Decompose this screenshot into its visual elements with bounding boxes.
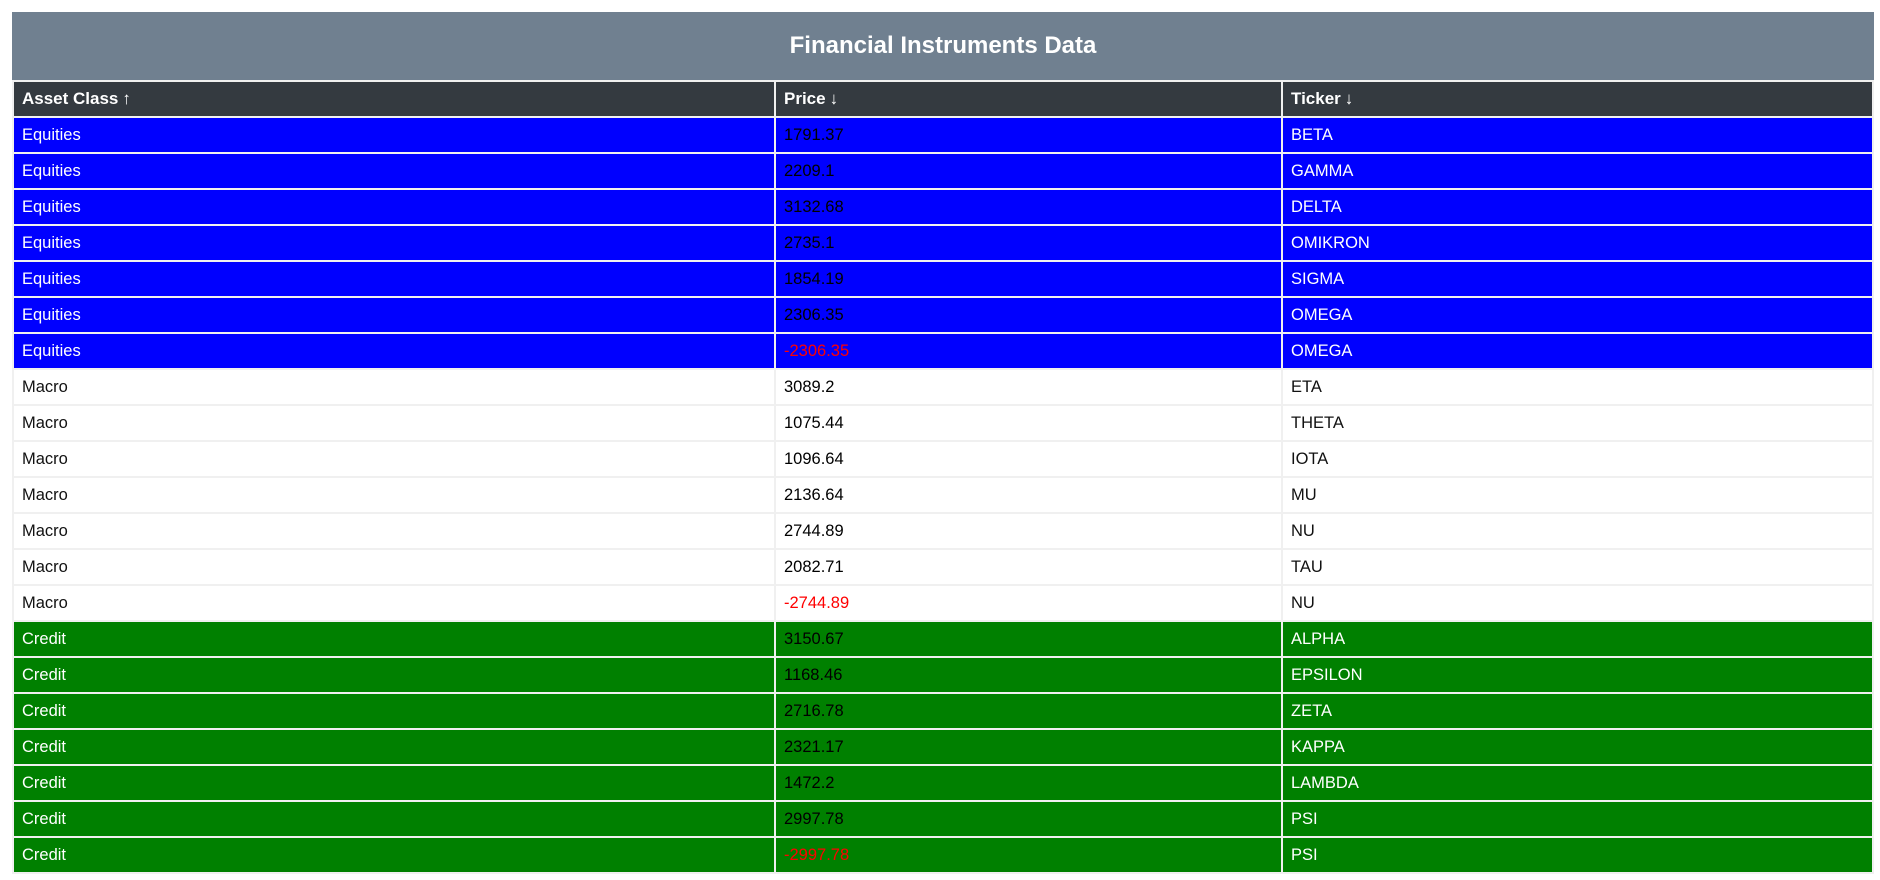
page-title: Financial Instruments Data bbox=[12, 12, 1874, 82]
table-row: Equities -2306.35 OMEGA bbox=[14, 334, 1872, 368]
table-body: Equities 1791.37 BETA Equities 2209.1 GAMMA Eq… bbox=[14, 118, 1872, 872]
ticker-cell: SIGMA bbox=[1283, 262, 1872, 296]
asset-class-cell: Credit bbox=[14, 730, 774, 764]
price-cell: -2306.35 bbox=[776, 334, 1281, 368]
table-row: Macro 1096.64 IOTA bbox=[14, 442, 1872, 476]
ticker-cell: OMEGA bbox=[1283, 298, 1872, 332]
sort-arrow-down-icon: ↓ bbox=[1344, 89, 1354, 108]
ticker-cell: ALPHA bbox=[1283, 622, 1872, 656]
ticker-cell: NU bbox=[1283, 514, 1872, 548]
table-row: Equities 2306.35 OMEGA bbox=[14, 298, 1872, 332]
asset-class-cell: Macro bbox=[14, 478, 774, 512]
column-header-ticker[interactable]: Ticker ↓ bbox=[1283, 82, 1872, 116]
table-row: Credit 2716.78 ZETA bbox=[14, 694, 1872, 728]
ticker-cell: OMIKRON bbox=[1283, 226, 1872, 260]
asset-class-cell: Equities bbox=[14, 190, 774, 224]
table-row: Equities 2735.1 OMIKRON bbox=[14, 226, 1872, 260]
column-header-price[interactable]: Price ↓ bbox=[776, 82, 1281, 116]
price-cell: 2735.1 bbox=[776, 226, 1281, 260]
ticker-cell: LAMBDA bbox=[1283, 766, 1872, 800]
table-header-row: Asset Class ↑ Price ↓ Ticker ↓ bbox=[14, 82, 1872, 116]
ticker-cell: OMEGA bbox=[1283, 334, 1872, 368]
ticker-cell: ETA bbox=[1283, 370, 1872, 404]
asset-class-cell: Macro bbox=[14, 442, 774, 476]
price-cell: 2082.71 bbox=[776, 550, 1281, 584]
price-cell: 2744.89 bbox=[776, 514, 1281, 548]
asset-class-cell: Credit bbox=[14, 766, 774, 800]
price-cell: 1854.19 bbox=[776, 262, 1281, 296]
table-row: Credit 3150.67 ALPHA bbox=[14, 622, 1872, 656]
asset-class-cell: Equities bbox=[14, 154, 774, 188]
ticker-cell: MU bbox=[1283, 478, 1872, 512]
price-cell: 3089.2 bbox=[776, 370, 1281, 404]
ticker-cell: THETA bbox=[1283, 406, 1872, 440]
table-row: Credit 1168.46 EPSILON bbox=[14, 658, 1872, 692]
price-cell: 2136.64 bbox=[776, 478, 1281, 512]
price-cell: 3150.67 bbox=[776, 622, 1281, 656]
ticker-cell: IOTA bbox=[1283, 442, 1872, 476]
table-row: Credit 2321.17 KAPPA bbox=[14, 730, 1872, 764]
ticker-cell: BETA bbox=[1283, 118, 1872, 152]
instruments-table: Asset Class ↑ Price ↓ Ticker ↓ Equities 1791… bbox=[12, 80, 1874, 874]
table-row: Macro 1075.44 THETA bbox=[14, 406, 1872, 440]
ticker-cell: DELTA bbox=[1283, 190, 1872, 224]
asset-class-cell: Equities bbox=[14, 334, 774, 368]
ticker-cell: PSI bbox=[1283, 802, 1872, 836]
asset-class-cell: Credit bbox=[14, 838, 774, 872]
asset-class-cell: Equities bbox=[14, 262, 774, 296]
column-header-asset-class[interactable]: Asset Class ↑ bbox=[14, 82, 774, 116]
price-cell: 2209.1 bbox=[776, 154, 1281, 188]
asset-class-cell: Credit bbox=[14, 802, 774, 836]
asset-class-cell: Macro bbox=[14, 586, 774, 620]
ticker-cell: KAPPA bbox=[1283, 730, 1872, 764]
ticker-cell: NU bbox=[1283, 586, 1872, 620]
table-row: Macro 2082.71 TAU bbox=[14, 550, 1872, 584]
price-cell: 2997.78 bbox=[776, 802, 1281, 836]
price-cell: 2321.17 bbox=[776, 730, 1281, 764]
price-cell: 1791.37 bbox=[776, 118, 1281, 152]
asset-class-cell: Equities bbox=[14, 118, 774, 152]
column-header-label: Asset Class bbox=[22, 89, 119, 108]
price-cell: 1168.46 bbox=[776, 658, 1281, 692]
asset-class-cell: Macro bbox=[14, 514, 774, 548]
table-row: Equities 2209.1 GAMMA bbox=[14, 154, 1872, 188]
table-row: Macro 3089.2 ETA bbox=[14, 370, 1872, 404]
table-row: Credit 1472.2 LAMBDA bbox=[14, 766, 1872, 800]
ticker-cell: EPSILON bbox=[1283, 658, 1872, 692]
price-cell: 2716.78 bbox=[776, 694, 1281, 728]
price-cell: 1075.44 bbox=[776, 406, 1281, 440]
table-row: Macro -2744.89 NU bbox=[14, 586, 1872, 620]
asset-class-cell: Macro bbox=[14, 406, 774, 440]
sort-arrow-up-icon: ↑ bbox=[122, 89, 131, 108]
price-cell: -2997.78 bbox=[776, 838, 1281, 872]
table-row: Credit -2997.78 PSI bbox=[14, 838, 1872, 872]
ticker-cell: ZETA bbox=[1283, 694, 1872, 728]
asset-class-cell: Equities bbox=[14, 298, 774, 332]
price-cell: -2744.89 bbox=[776, 586, 1281, 620]
price-cell: 3132.68 bbox=[776, 190, 1281, 224]
ticker-cell: TAU bbox=[1283, 550, 1872, 584]
table-row: Equities 1791.37 BETA bbox=[14, 118, 1872, 152]
asset-class-cell: Equities bbox=[14, 226, 774, 260]
column-header-label: Price bbox=[784, 89, 826, 108]
price-cell: 1472.2 bbox=[776, 766, 1281, 800]
price-cell: 2306.35 bbox=[776, 298, 1281, 332]
column-header-label: Ticker bbox=[1291, 89, 1341, 108]
price-cell: 1096.64 bbox=[776, 442, 1281, 476]
table-row: Equities 3132.68 DELTA bbox=[14, 190, 1872, 224]
ticker-cell: PSI bbox=[1283, 838, 1872, 872]
ticker-cell: GAMMA bbox=[1283, 154, 1872, 188]
asset-class-cell: Macro bbox=[14, 550, 774, 584]
instruments-panel: Financial Instruments Data Asset Class ↑ … bbox=[12, 12, 1874, 874]
table-row: Macro 2136.64 MU bbox=[14, 478, 1872, 512]
table-row: Macro 2744.89 NU bbox=[14, 514, 1872, 548]
asset-class-cell: Credit bbox=[14, 694, 774, 728]
asset-class-cell: Macro bbox=[14, 370, 774, 404]
asset-class-cell: Credit bbox=[14, 658, 774, 692]
table-row: Equities 1854.19 SIGMA bbox=[14, 262, 1872, 296]
asset-class-cell: Credit bbox=[14, 622, 774, 656]
table-row: Credit 2997.78 PSI bbox=[14, 802, 1872, 836]
sort-arrow-down-icon: ↓ bbox=[829, 89, 839, 108]
